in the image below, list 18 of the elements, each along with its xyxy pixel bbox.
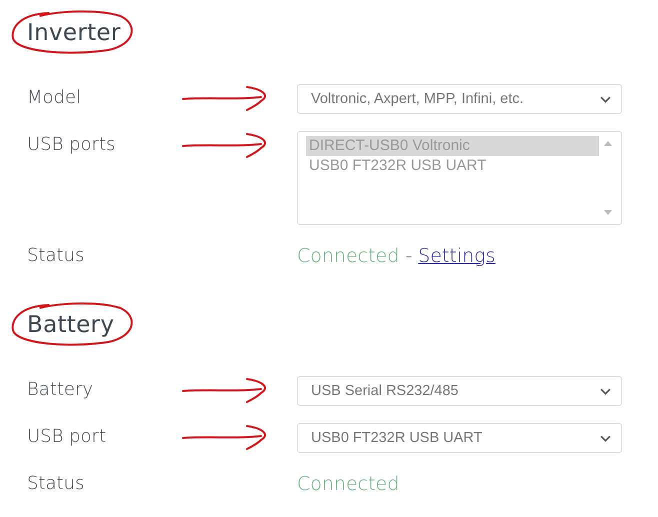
chevron-down-icon <box>600 388 611 394</box>
dropdown-select[interactable]: USB0 FT232R USB UART <box>297 423 622 453</box>
settings-link[interactable]: Settings <box>418 242 496 270</box>
field-label: USB port <box>27 425 108 449</box>
section-heading: Battery <box>27 312 114 338</box>
section-heading: Inverter <box>27 20 121 46</box>
chevron-down-icon <box>600 434 611 442</box>
separator-text: - <box>405 244 412 269</box>
field-label: Model <box>27 86 82 110</box>
status-text: Connected <box>297 472 400 497</box>
field-label: USB ports <box>27 133 116 157</box>
field-label: Battery <box>27 378 94 402</box>
field-label: Status <box>27 472 86 496</box>
field-label: Status <box>27 244 86 268</box>
chevron-down-icon <box>600 96 611 102</box>
dropdown-select[interactable]: USB Serial RS232/485 <box>297 376 622 406</box>
dropdown-select[interactable]: Voltronic, Axpert, MPP, Infini, etc. <box>297 84 622 114</box>
status-text: Connected <box>297 244 400 269</box>
